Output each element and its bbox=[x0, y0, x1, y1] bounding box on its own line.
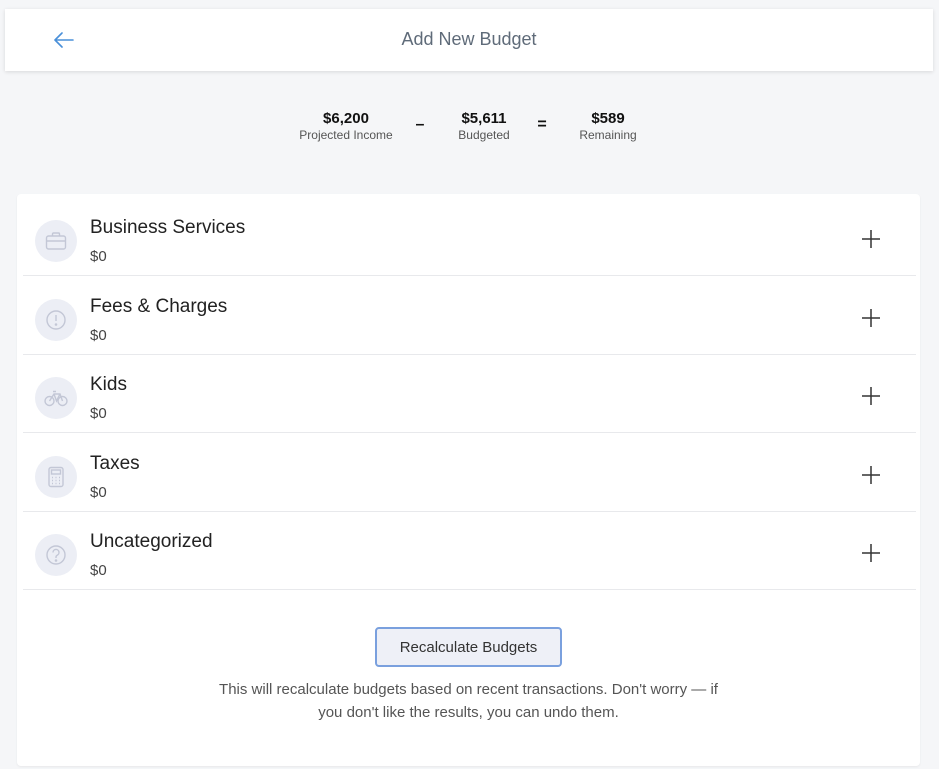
budgeted-value: $5,611 bbox=[461, 110, 507, 127]
plus-icon bbox=[862, 387, 880, 405]
category-amount: $0 bbox=[90, 327, 107, 344]
bicycle-icon bbox=[35, 377, 77, 419]
category-name: Kids bbox=[90, 374, 127, 395]
categories-card: Business Services $0 Fees & Charges $0 K… bbox=[17, 194, 920, 766]
category-name: Fees & Charges bbox=[90, 296, 228, 317]
calculator-icon bbox=[35, 456, 77, 498]
category-row-kids: Kids $0 bbox=[23, 355, 916, 433]
briefcase-icon bbox=[35, 220, 77, 262]
category-row-fees-charges: Fees & Charges $0 bbox=[23, 277, 916, 355]
recalculate-help-text: This will recalculate budgets based on r… bbox=[219, 681, 718, 721]
category-name: Uncategorized bbox=[90, 531, 213, 552]
page-title: Add New Budget bbox=[401, 29, 537, 49]
budget-summary: $6,200 Projected Income – $5,611 Budgete… bbox=[0, 110, 939, 143]
remaining-value: $589 bbox=[591, 110, 625, 127]
budgeted-stat: $5,611 Budgeted bbox=[439, 110, 529, 143]
add-kids-button[interactable] bbox=[859, 384, 883, 408]
category-row-uncategorized: Uncategorized $0 bbox=[23, 512, 916, 590]
add-taxes-button[interactable] bbox=[859, 463, 883, 487]
category-amount: $0 bbox=[90, 562, 107, 579]
budgeted-label: Budgeted bbox=[458, 128, 510, 142]
add-business-services-button[interactable] bbox=[859, 227, 883, 251]
remaining-label: Remaining bbox=[579, 128, 637, 142]
question-circle-icon bbox=[35, 534, 77, 576]
top-bar: Add New Budget bbox=[5, 9, 933, 71]
projected-income-label: Projected Income bbox=[299, 128, 393, 142]
projected-income-stat: $6,200 Projected Income bbox=[291, 110, 401, 143]
equals-sign: = bbox=[537, 116, 547, 133]
category-amount: $0 bbox=[90, 484, 107, 501]
plus-icon bbox=[862, 544, 880, 562]
category-row-business-services: Business Services $0 bbox=[23, 198, 916, 276]
projected-income-value: $6,200 bbox=[323, 110, 369, 127]
category-amount: $0 bbox=[90, 405, 107, 422]
category-row-taxes: Taxes $0 bbox=[23, 434, 916, 512]
minus-sign: – bbox=[415, 116, 425, 133]
plus-icon bbox=[862, 466, 880, 484]
remaining-stat: $589 Remaining bbox=[568, 110, 648, 143]
alert-circle-icon bbox=[35, 299, 77, 341]
category-name: Taxes bbox=[90, 453, 140, 474]
add-fees-charges-button[interactable] bbox=[859, 306, 883, 330]
category-amount: $0 bbox=[90, 248, 107, 265]
category-name: Business Services bbox=[90, 217, 246, 238]
add-uncategorized-button[interactable] bbox=[859, 541, 883, 565]
plus-icon bbox=[862, 309, 880, 327]
recalculate-budgets-button[interactable]: Recalculate Budgets bbox=[375, 627, 562, 667]
plus-icon bbox=[862, 230, 880, 248]
